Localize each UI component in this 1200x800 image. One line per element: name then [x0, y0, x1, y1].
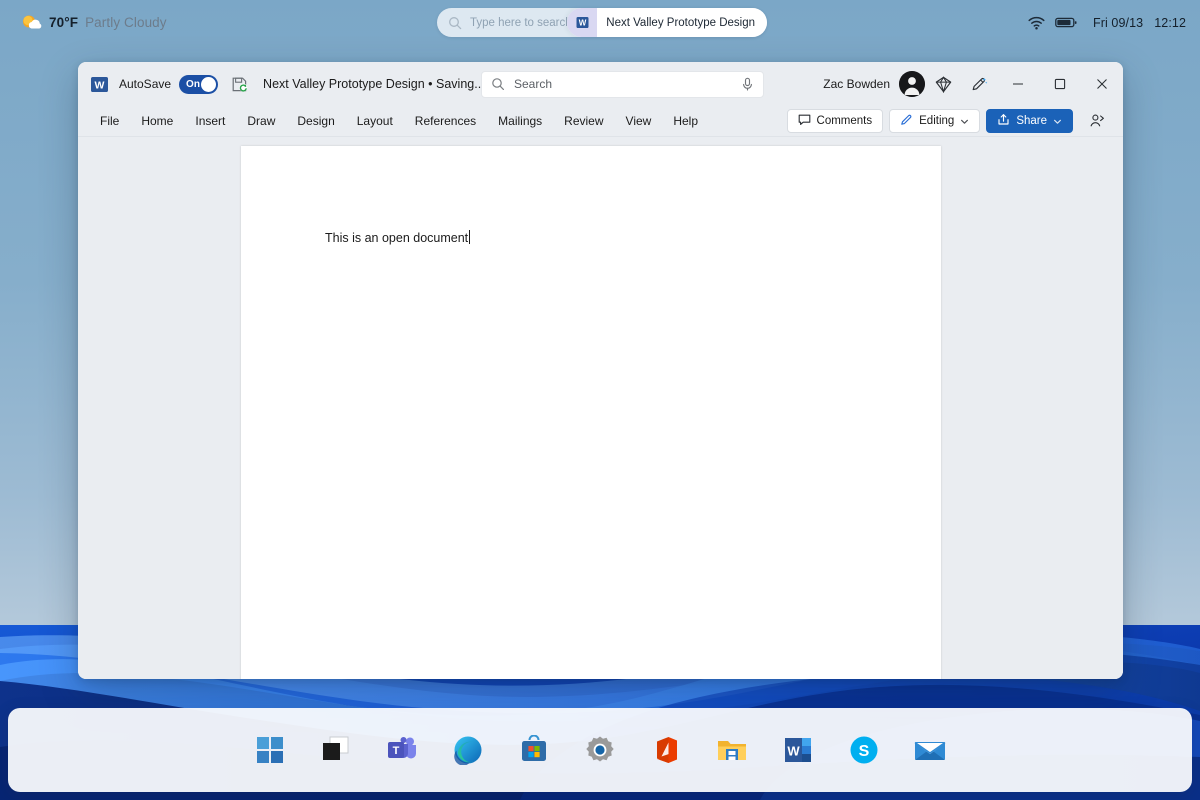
chevron-down-icon: [960, 117, 969, 126]
tab-layout[interactable]: Layout: [346, 110, 404, 132]
autosave-toggle[interactable]: On: [179, 74, 219, 94]
tab-draw[interactable]: Draw: [236, 110, 286, 132]
microphone-icon[interactable]: [741, 77, 754, 91]
store-button[interactable]: [512, 728, 556, 772]
tab-mailings[interactable]: Mailings: [487, 110, 553, 132]
svg-text:T: T: [393, 745, 400, 757]
search-icon: [448, 16, 462, 30]
desktop: 70°F Partly Cloudy Type here to search W…: [0, 0, 1200, 800]
share-icon: [997, 113, 1010, 129]
weather-widget[interactable]: 70°F Partly Cloudy: [14, 8, 173, 38]
word-button[interactable]: W: [776, 728, 820, 772]
close-button[interactable]: [1081, 62, 1123, 106]
svg-text:W: W: [787, 744, 800, 759]
tab-references[interactable]: References: [404, 110, 487, 132]
comment-icon: [798, 113, 811, 129]
tray-time: 12:12: [1154, 15, 1186, 30]
taskbar-search-doc-label: Next Valley Prototype Design: [606, 16, 755, 29]
weather-condition: Partly Cloudy: [85, 15, 167, 30]
desktop-top-bar: 70°F Partly Cloudy Type here to search W…: [0, 0, 1200, 45]
mail-button[interactable]: [908, 728, 952, 772]
maximize-button[interactable]: [1039, 62, 1081, 106]
comments-label: Comments: [816, 115, 873, 127]
sun-cloud-icon: [20, 12, 42, 34]
text-caret: [469, 230, 471, 244]
ribbon-actions: Comments Editing Share: [786, 106, 1115, 136]
file-explorer-button[interactable]: [710, 728, 754, 772]
word-search-box[interactable]: Search: [481, 70, 764, 98]
autosave-state: On: [186, 78, 200, 90]
settings-button[interactable]: [578, 728, 622, 772]
taskbar-search-bar[interactable]: Type here to search W Next Valley Protot…: [437, 8, 767, 37]
start-button[interactable]: [248, 728, 292, 772]
document-paragraph: This is an open document: [325, 231, 469, 245]
word-search-placeholder: Search: [514, 77, 553, 91]
svg-text:S: S: [859, 743, 870, 760]
ribbon-tabs: File Home Insert Draw Design Layout Refe…: [89, 110, 709, 132]
chevron-down-icon: [1053, 117, 1062, 126]
word-window: W AutoSave On Next Valley Prototype Desi…: [78, 62, 1123, 679]
word-icon: W: [567, 8, 598, 37]
skype-button[interactable]: S: [842, 728, 886, 772]
wifi-icon[interactable]: [1028, 16, 1045, 30]
account-name: Zac Bowden: [823, 77, 890, 91]
taskbar: T W S: [8, 708, 1192, 792]
editing-button[interactable]: Editing: [889, 109, 981, 133]
title-bar-right-controls: Zac Bowden: [823, 62, 1123, 106]
teams-button[interactable]: T: [380, 728, 424, 772]
weather-temperature: 70°F: [49, 15, 79, 30]
taskbar-search-doc-chip[interactable]: W Next Valley Prototype Design: [567, 8, 767, 37]
tab-home[interactable]: Home: [130, 110, 184, 132]
tab-review[interactable]: Review: [553, 110, 614, 132]
task-view-button[interactable]: [314, 728, 358, 772]
diamond-icon[interactable]: [925, 69, 961, 99]
avatar[interactable]: [899, 71, 925, 97]
document-title[interactable]: Next Valley Prototype Design • Saving...: [263, 77, 485, 91]
save-sync-icon[interactable]: [231, 76, 248, 93]
editing-label: Editing: [919, 115, 955, 127]
comments-button[interactable]: Comments: [786, 109, 884, 133]
tab-file[interactable]: File: [89, 110, 130, 132]
share-label: Share: [1016, 115, 1047, 127]
tab-design[interactable]: Design: [286, 110, 345, 132]
word-icon: W: [90, 75, 109, 94]
taskbar-app-list: T W S: [248, 728, 952, 772]
document-page[interactable]: This is an open document: [241, 146, 941, 679]
document-canvas[interactable]: This is an open document: [78, 137, 1123, 679]
pen-sparkle-icon[interactable]: [961, 69, 997, 99]
tab-help[interactable]: Help: [662, 110, 709, 132]
system-tray: Fri 09/13 12:12: [1028, 0, 1186, 45]
document-text-content[interactable]: This is an open document: [325, 230, 471, 245]
office-button[interactable]: [644, 728, 688, 772]
ribbon-tab-bar: File Home Insert Draw Design Layout Refe…: [78, 106, 1123, 137]
person-share-icon[interactable]: [1079, 106, 1115, 136]
clock-widget[interactable]: Fri 09/13 12:12: [1093, 16, 1186, 30]
svg-text:W: W: [95, 79, 105, 91]
share-button[interactable]: Share: [986, 109, 1073, 133]
battery-icon[interactable]: [1055, 16, 1077, 29]
tab-view[interactable]: View: [615, 110, 663, 132]
search-icon: [491, 77, 505, 91]
edge-button[interactable]: [446, 728, 490, 772]
tray-date: Fri 09/13: [1092, 15, 1144, 30]
svg-text:W: W: [578, 19, 586, 28]
minimize-button[interactable]: [997, 62, 1039, 106]
word-title-bar: W AutoSave On Next Valley Prototype Desi…: [78, 62, 1123, 106]
toggle-knob: [201, 76, 217, 92]
autosave-label: AutoSave: [119, 77, 172, 91]
tab-insert[interactable]: Insert: [184, 110, 236, 132]
pencil-icon: [900, 113, 913, 129]
taskbar-search-placeholder: Type here to search: [470, 16, 572, 29]
